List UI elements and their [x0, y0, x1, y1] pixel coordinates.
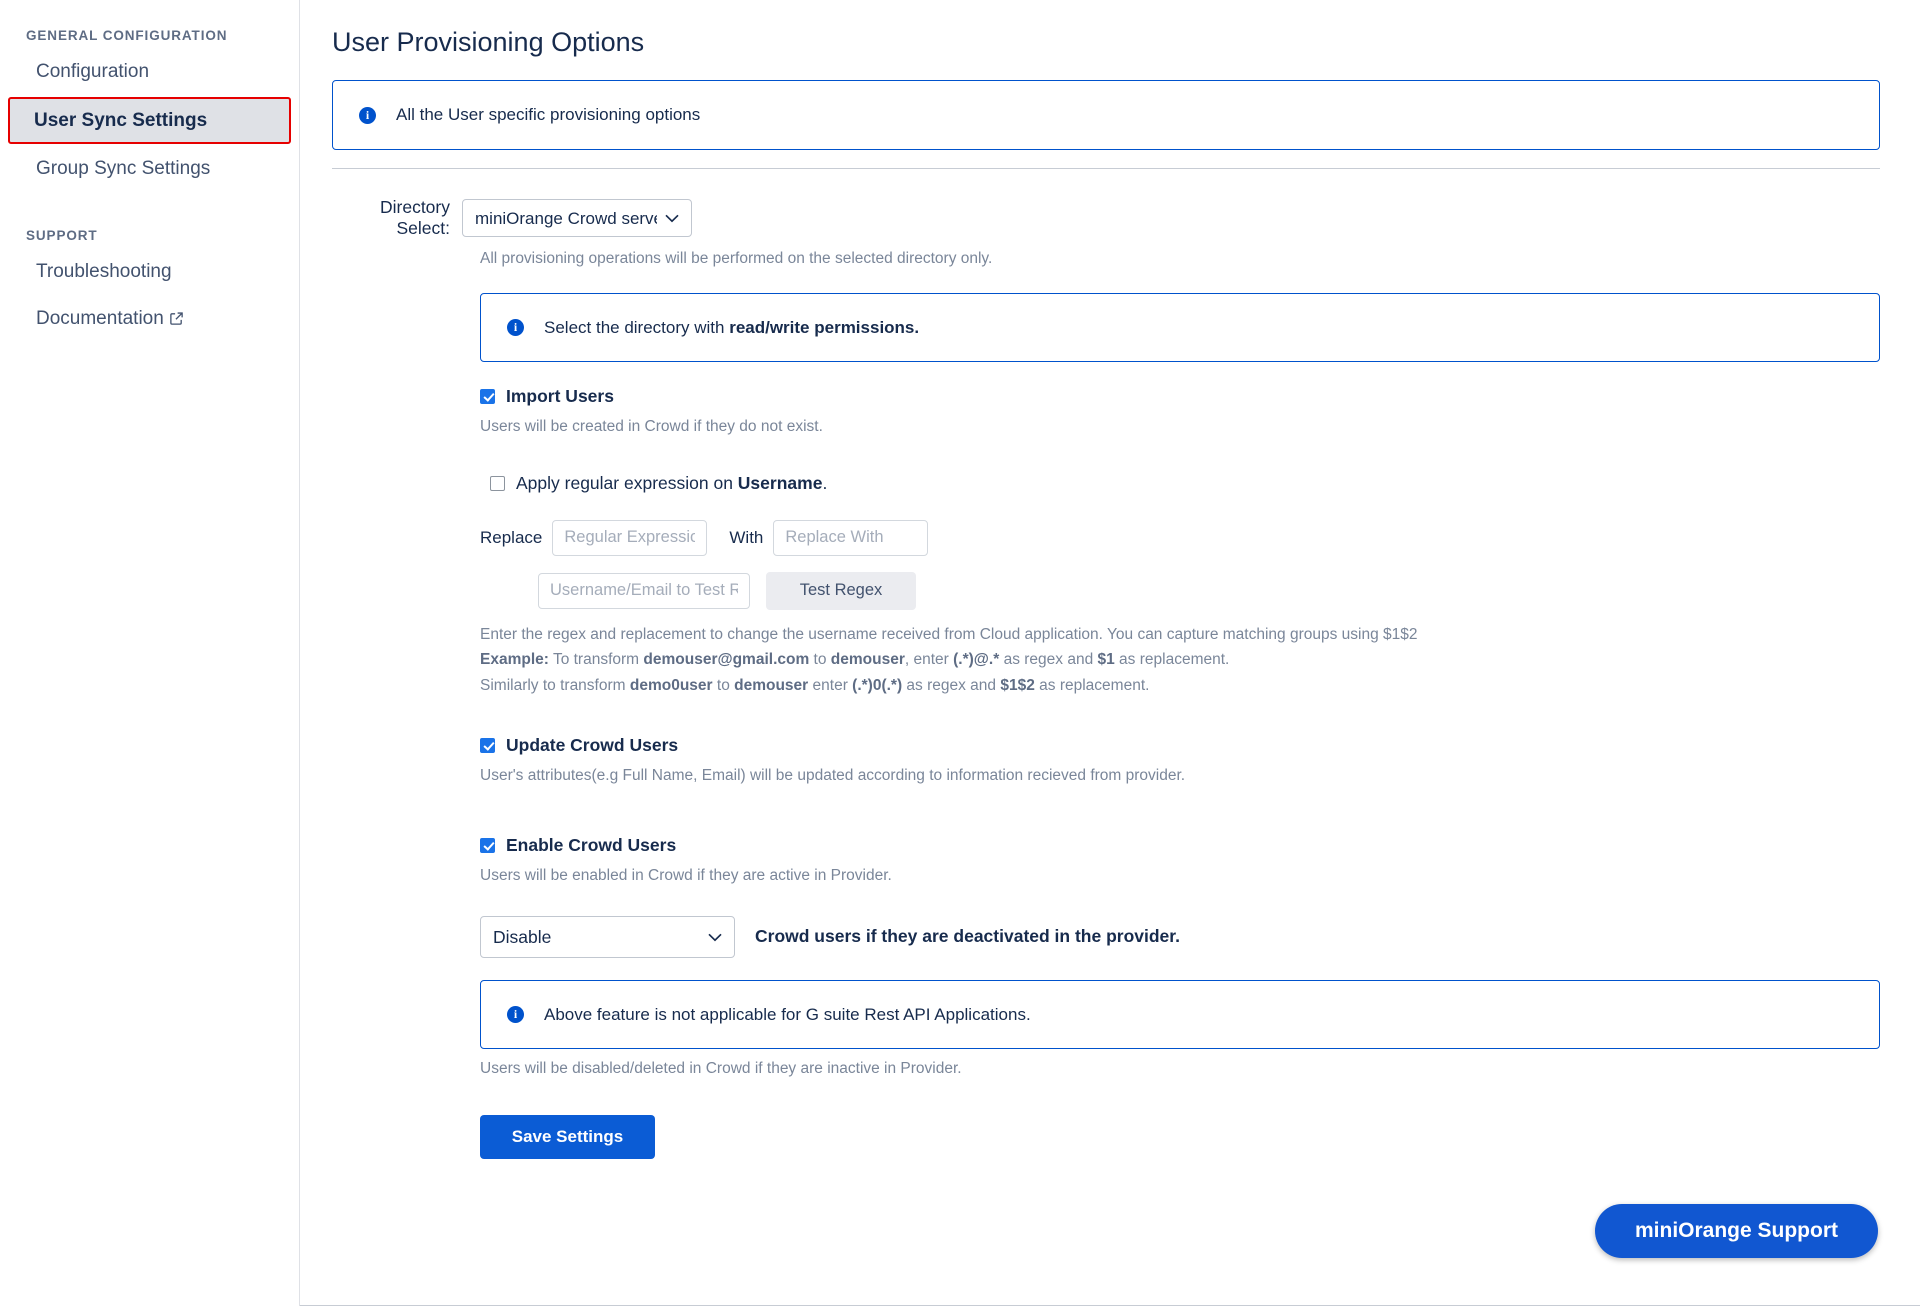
deactivate-action-row: Disable Crowd users if they are deactiva…: [480, 915, 1880, 958]
update-crowd-users-checkbox[interactable]: [480, 737, 495, 753]
regex-note-3a: Similarly to transform: [480, 677, 630, 695]
enable-crowd-users-help: Users will be enabled in Crowd if they a…: [480, 867, 892, 885]
sidebar-heading-support: SUPPORT: [26, 227, 98, 243]
info-icon: i: [359, 106, 376, 124]
regex-note-2i: as replacement.: [1114, 651, 1230, 669]
import-users-checkbox[interactable]: [480, 389, 495, 405]
directory-select-wrapper: miniOrange Crowd server: [462, 199, 692, 238]
directory-select-row: Directory Select: miniOrange Crowd serve…: [332, 197, 1880, 239]
enable-crowd-users-footer-help: Users will be disabled/deleted in Crowd …: [480, 1060, 962, 1078]
directory-select-help: All provisioning operations will be perf…: [480, 250, 993, 268]
sidebar-item-configuration[interactable]: Configuration: [10, 50, 289, 94]
readwrite-info-text: Select the directory with read/write per…: [544, 316, 919, 340]
enable-crowd-users-label: Enable Crowd Users: [506, 835, 677, 856]
top-info-banner: i All the User specific provisioning opt…: [332, 80, 1880, 151]
save-settings-button[interactable]: Save Settings: [480, 1114, 655, 1159]
import-users-label: Import Users: [506, 386, 614, 407]
enable-crowd-users-row: Enable Crowd Users: [480, 835, 1880, 856]
directory-select-label: Directory Select:: [379, 197, 450, 239]
page-title: User Provisioning Options: [332, 27, 645, 57]
deactivate-action-text: Crowd users if they are deactivated in t…: [755, 926, 1180, 947]
deactivate-action-select[interactable]: Disable: [480, 915, 735, 958]
gsuite-info-text: Above feature is not applicable for G su…: [544, 1004, 1031, 1024]
regex-note-3e: enter: [808, 677, 853, 695]
regex-test-input[interactable]: [538, 572, 750, 609]
external-link-icon: [169, 308, 184, 334]
info-icon: i: [507, 1005, 524, 1023]
apply-regex-checkbox[interactable]: [490, 475, 505, 491]
apply-regex-prefix: Apply regular expression on: [516, 472, 738, 493]
replace-label: Replace: [480, 527, 543, 547]
test-regex-button[interactable]: Test Regex: [766, 571, 916, 610]
apply-regex-bold: Username: [737, 472, 823, 493]
regex-note-3c: to: [712, 677, 735, 695]
regex-note-2c: to: [809, 651, 831, 669]
regex-pattern-input[interactable]: [552, 519, 708, 556]
main-content: User Provisioning Options i All the User…: [300, 0, 1920, 1306]
gsuite-info-banner: i Above feature is not applicable for G …: [480, 979, 1880, 1050]
regex-note-2b: demouser@gmail.com: [643, 651, 810, 669]
regex-example-label: Example:: [480, 651, 549, 669]
regex-note-2g: as regex and: [999, 651, 1098, 669]
regex-note-2h: $1: [1097, 651, 1115, 669]
info-icon: i: [507, 319, 524, 337]
regex-note-2a: To transform: [548, 651, 644, 669]
apply-regex-suffix: .: [822, 472, 828, 493]
regex-note-3i: as replacement.: [1034, 677, 1150, 695]
regex-note-2d: demouser: [830, 651, 905, 669]
regex-note-line-2: Example: To transform demouser@gmail.com…: [480, 647, 1880, 673]
regex-note-line-1: Enter the regex and replacement to chang…: [480, 625, 1418, 643]
apply-regex-row: Apply regular expression on Username.: [490, 473, 1880, 494]
regex-replacement-input[interactable]: [773, 519, 929, 556]
regex-replace-row: Replace With: [480, 519, 1880, 556]
app-root: GENERAL CONFIGURATION Configuration User…: [0, 0, 1920, 1306]
apply-regex-label: Apply regular expression on Username.: [516, 473, 827, 494]
readwrite-info-banner: i Select the directory with read/write p…: [480, 292, 1880, 363]
readwrite-info-bold: read/write permissions.: [729, 317, 920, 337]
sidebar-item-user-sync-settings[interactable]: User Sync Settings: [8, 96, 291, 145]
regex-note-3g: as regex and: [902, 677, 1001, 695]
directory-select[interactable]: miniOrange Crowd server: [462, 199, 692, 238]
import-users-row: Import Users: [480, 386, 1880, 407]
sidebar-item-documentation[interactable]: Documentation: [10, 297, 289, 343]
top-info-text: All the User specific provisioning optio…: [396, 105, 701, 125]
update-crowd-users-row: Update Crowd Users: [480, 735, 1880, 756]
readwrite-info-prefix: Select the directory with: [544, 317, 730, 337]
update-crowd-users-label: Update Crowd Users: [506, 734, 679, 755]
regex-note-3d: demouser: [734, 677, 809, 695]
sidebar-item-troubleshooting[interactable]: Troubleshooting: [10, 250, 289, 294]
sidebar: GENERAL CONFIGURATION Configuration User…: [0, 0, 300, 1306]
deactivate-select-wrapper: Disable: [480, 915, 735, 958]
regex-note-line-3: Similarly to transform demo0user to demo…: [480, 673, 1880, 699]
regex-note-3f: (.*)0(.*): [852, 677, 903, 695]
update-crowd-users-help: User's attributes(e.g Full Name, Email) …: [480, 766, 1186, 784]
sidebar-heading-general-configuration: GENERAL CONFIGURATION: [26, 28, 228, 43]
regex-note-3b: demo0user: [629, 677, 713, 695]
regex-test-row: Test Regex: [538, 571, 1880, 610]
import-users-help: Users will be created in Crowd if they d…: [480, 418, 823, 436]
with-label: With: [729, 527, 764, 547]
minioriange-support-button[interactable]: miniOrange Support: [1594, 1204, 1878, 1258]
regex-note-2e: , enter: [904, 651, 954, 669]
readwrite-info-wrapper: i Select the directory with read/write p…: [480, 292, 1880, 1159]
bottom-spacer: [480, 1081, 1880, 1115]
enable-crowd-users-checkbox[interactable]: [480, 838, 495, 854]
regex-note-2f: (.*)@.*: [953, 651, 1000, 669]
section-divider: [332, 168, 1880, 170]
regex-note-3h: $1$2: [1000, 677, 1035, 695]
sidebar-item-group-sync-settings[interactable]: Group Sync Settings: [10, 147, 289, 191]
sidebar-item-documentation-label: Documentation: [36, 307, 164, 329]
